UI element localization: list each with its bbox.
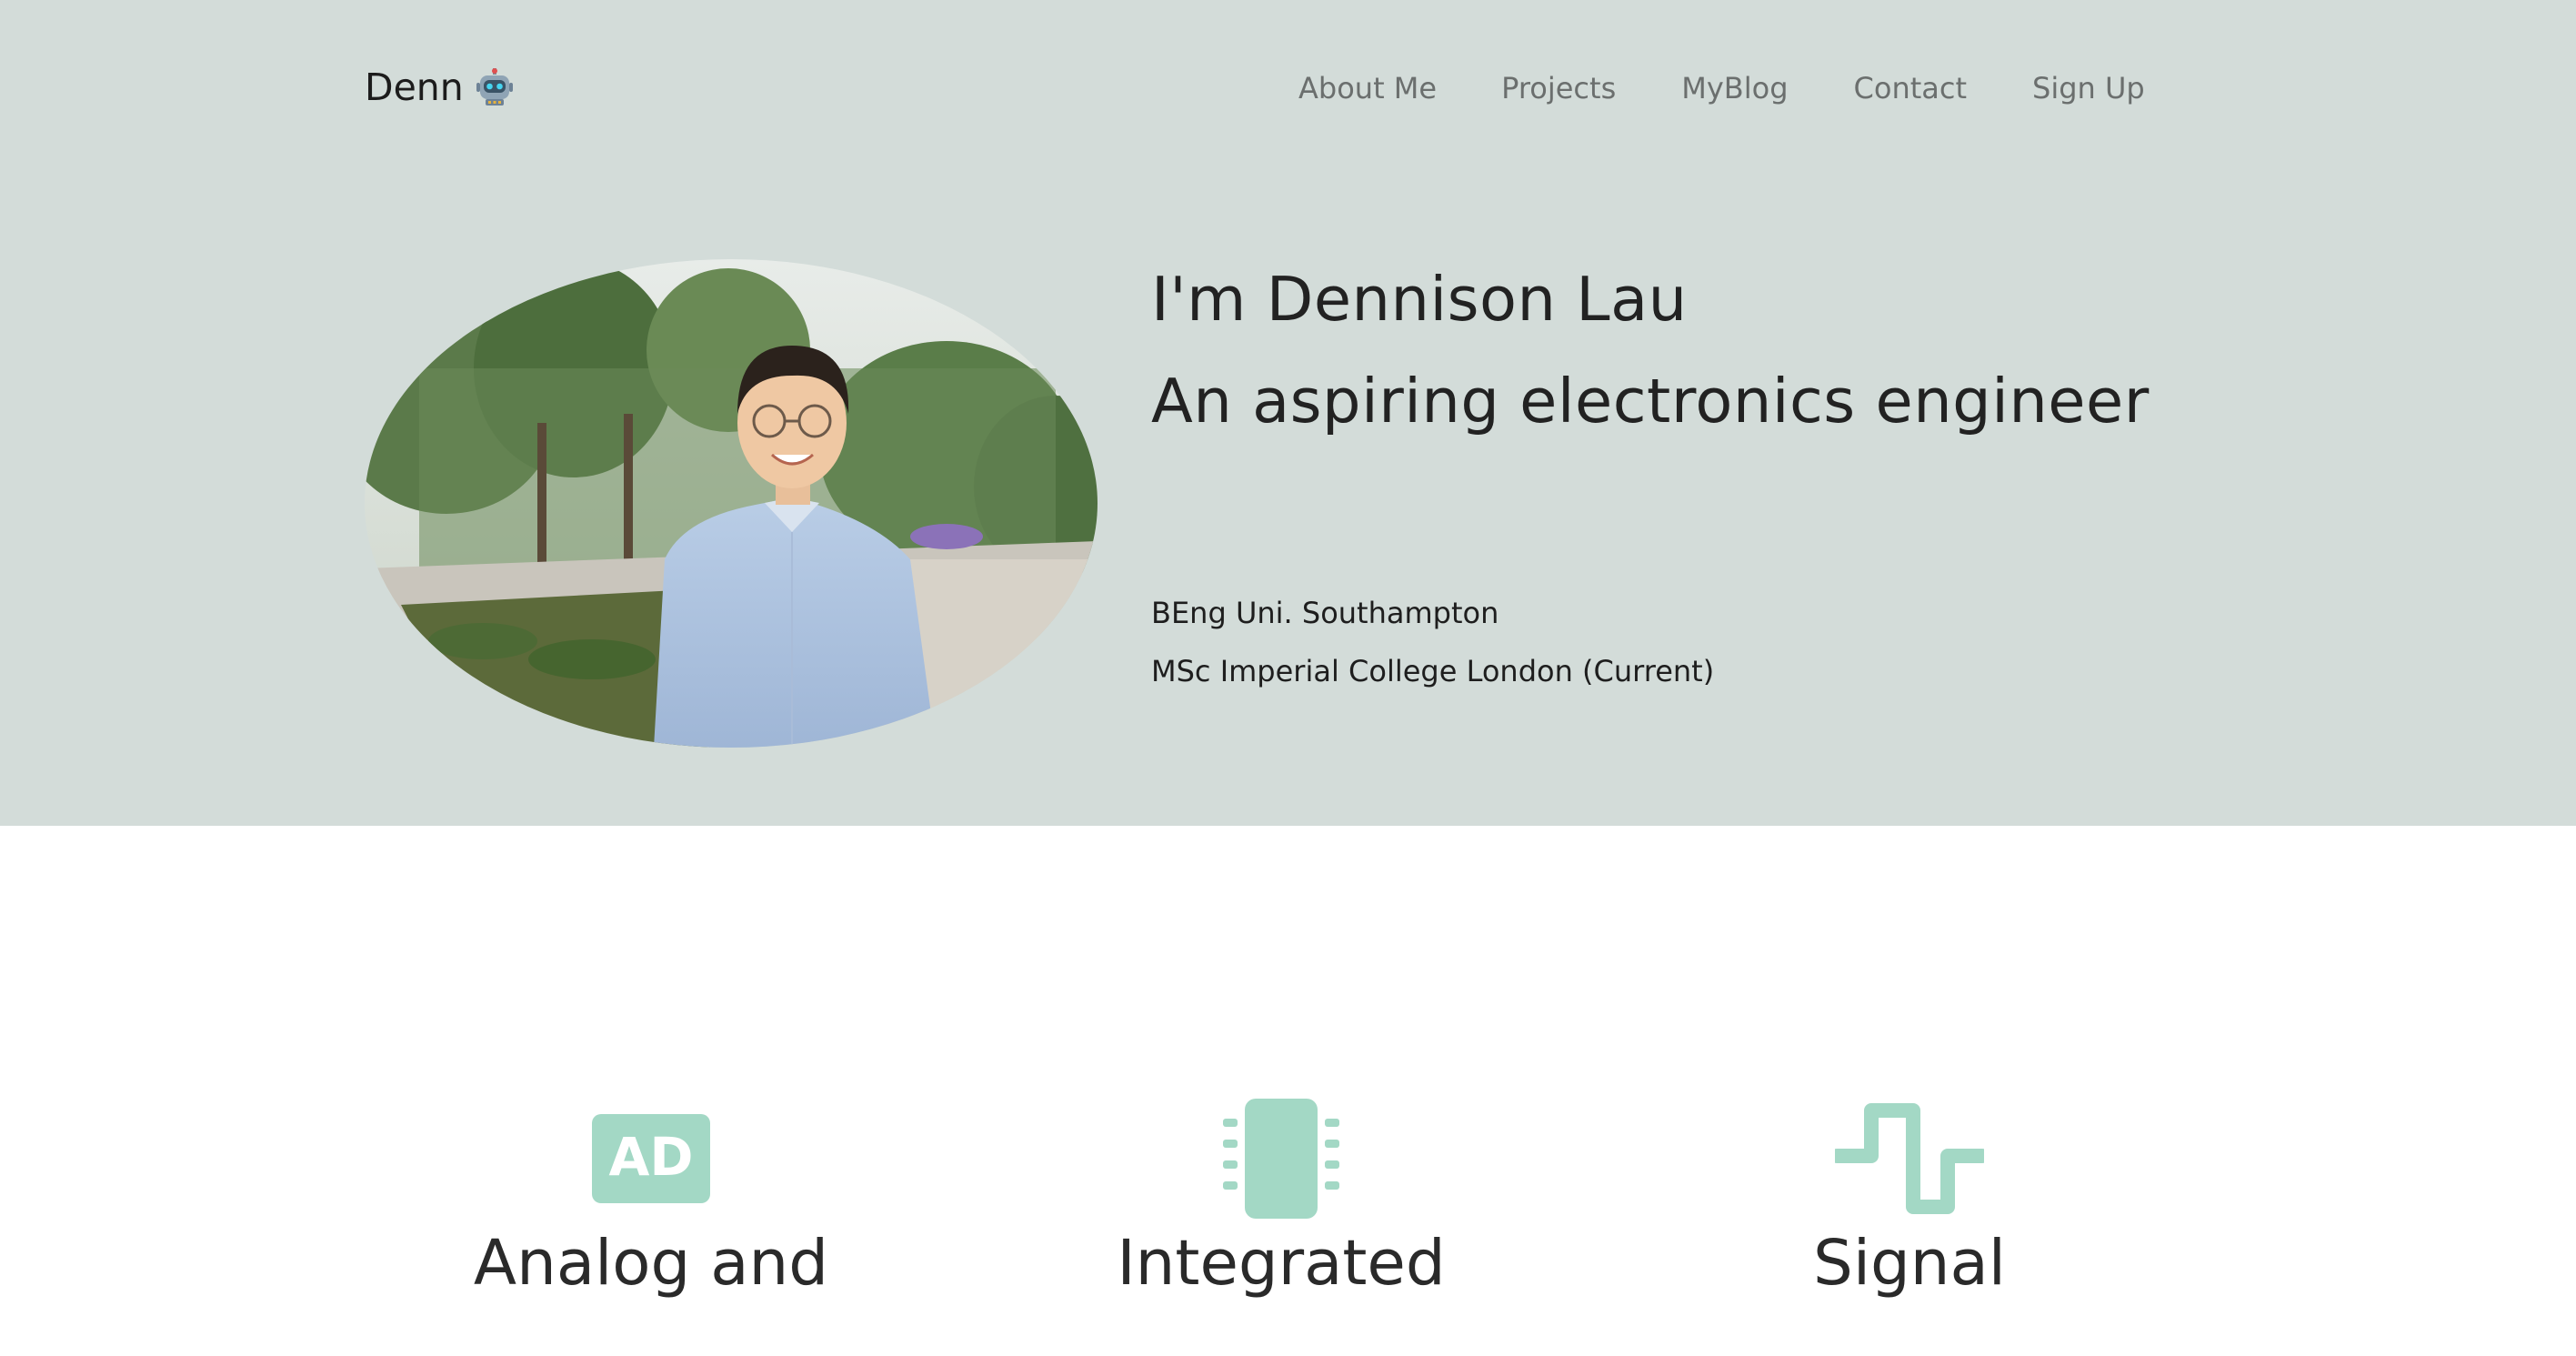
nav-about-me[interactable]: About Me xyxy=(1298,71,1437,105)
feature-title: Integrated xyxy=(1117,1227,1446,1300)
hero-subheading: An aspiring electronics engineer xyxy=(1151,366,2150,437)
svg-text:AD: AD xyxy=(608,1126,693,1188)
nav-projects[interactable]: Projects xyxy=(1501,71,1616,105)
feature-signal: Signal xyxy=(1673,1096,2146,1300)
profile-photo xyxy=(365,259,1098,748)
education-bachelor: BEng Uni. Southampton xyxy=(1151,596,1499,630)
brand-name[interactable]: Denn xyxy=(365,65,464,109)
education-master: MSc Imperial College London (Current) xyxy=(1151,654,1715,688)
chip-icon xyxy=(1223,1099,1339,1219)
hero-section: Denn About Me Projects MyBlog Contact Si… xyxy=(0,0,2576,826)
nav-sign-up[interactable]: Sign Up xyxy=(2032,71,2145,105)
top-nav: About Me Projects MyBlog Contact Sign Up xyxy=(1298,71,2145,105)
feature-title: Analog and xyxy=(473,1227,829,1300)
brand-logo[interactable]: Denn xyxy=(365,65,513,109)
robot-icon xyxy=(476,68,513,105)
hero-heading: I'm Dennison Lau xyxy=(1151,264,1688,335)
feature-integrated: Integrated xyxy=(1045,1096,1518,1300)
analog-digital-icon: AD xyxy=(592,1114,710,1203)
square-wave-icon xyxy=(1835,1103,1984,1214)
nav-myblog[interactable]: MyBlog xyxy=(1681,71,1788,105)
feature-title: Signal xyxy=(1813,1227,2006,1300)
nav-contact[interactable]: Contact xyxy=(1854,71,1968,105)
feature-analog: AD Analog and xyxy=(415,1096,887,1300)
profile-photo-illustration xyxy=(365,259,1098,748)
